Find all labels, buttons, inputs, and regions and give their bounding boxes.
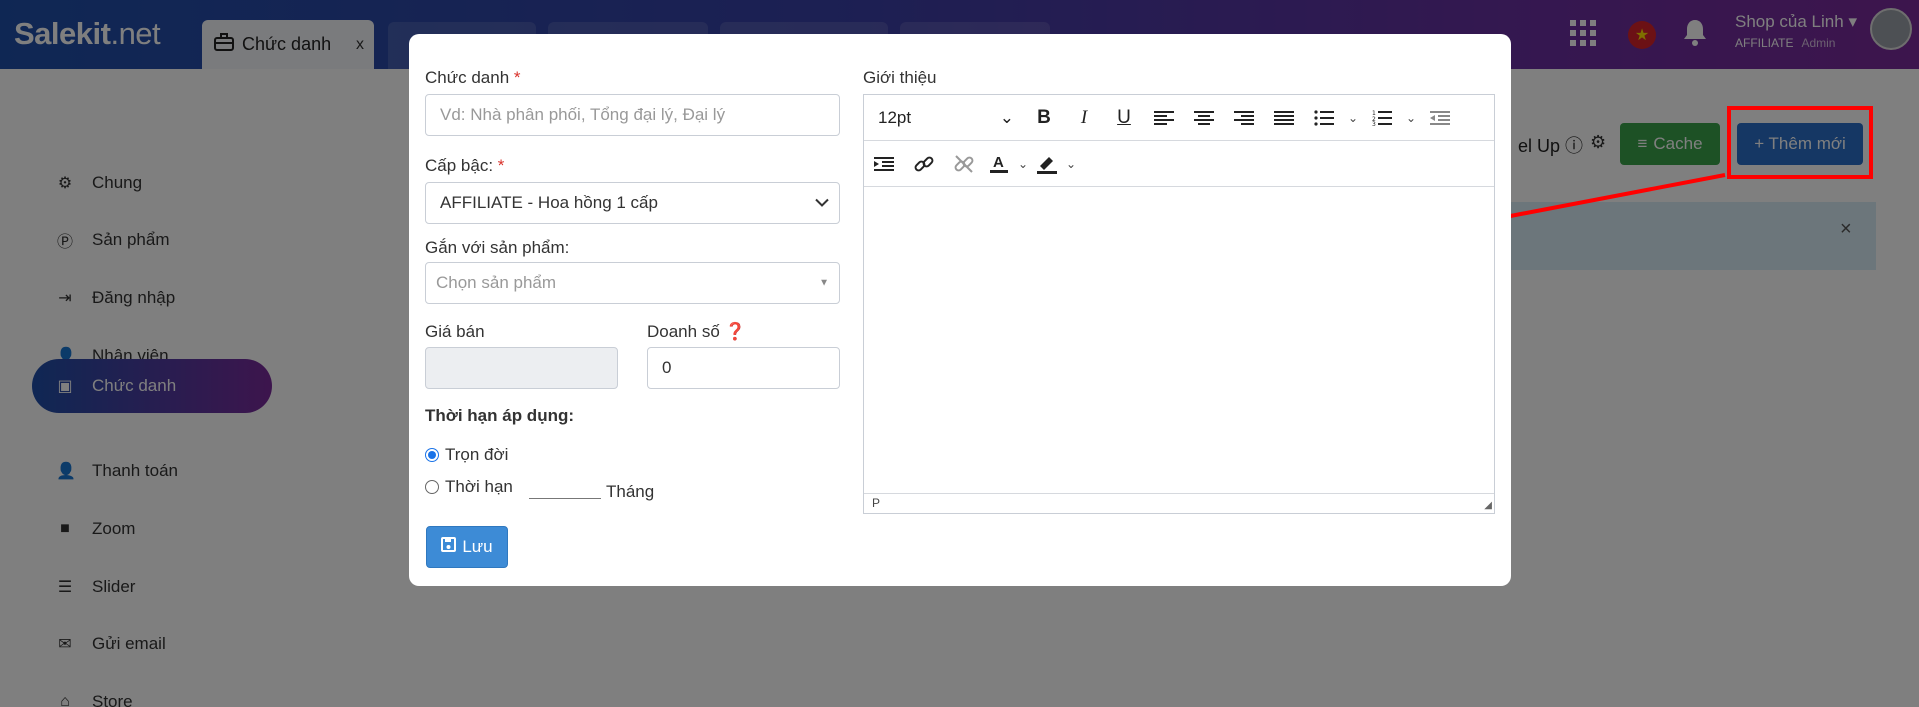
question-circle-icon[interactable]: ❓ — [725, 322, 746, 341]
italic-icon[interactable]: I — [1064, 100, 1104, 136]
intro-label: Giới thiệu — [863, 68, 937, 87]
sales-label: Doanh số ❓ — [647, 322, 746, 341]
title-input[interactable]: Vd: Nhà phân phối, Tổng đại lý, Đại lý — [425, 94, 840, 136]
save-button[interactable]: Lưu — [426, 526, 508, 568]
editor-toolbar-row-2: A ⌄ ⌄ — [864, 141, 1494, 187]
title-label: Chức danh * — [425, 68, 521, 87]
product-label: Gắn với sản phẩm: — [425, 238, 570, 257]
product-select[interactable]: Chọn sản phẩm ▼ — [425, 262, 840, 304]
term-months-input[interactable] — [529, 479, 601, 499]
editor-toolbar-row-1: 12pt ⌄ B I U ⌄ 123 ⌄ — [864, 95, 1494, 141]
price-label: Giá bán — [425, 322, 485, 341]
chevron-down-icon — [815, 196, 829, 211]
radio-lifetime[interactable]: Trọn đời — [425, 445, 508, 465]
chevron-down-icon[interactable]: ⌄ — [1062, 157, 1080, 171]
align-center-icon[interactable] — [1184, 100, 1224, 136]
indent-icon[interactable] — [864, 146, 904, 182]
align-right-icon[interactable] — [1224, 100, 1264, 136]
numbered-list-icon[interactable]: 123 — [1362, 100, 1402, 136]
editor-status-bar: P — [864, 493, 1494, 513]
radio-term[interactable]: Thời hạn — [425, 477, 513, 497]
rich-text-editor: 12pt ⌄ B I U ⌄ 123 ⌄ A ⌄ ⌄ P ◢ — [863, 94, 1495, 514]
svg-text:3: 3 — [1372, 121, 1376, 126]
outdent-icon[interactable] — [1420, 100, 1460, 136]
chevron-down-icon[interactable]: ⌄ — [1402, 111, 1420, 125]
link-icon[interactable] — [904, 146, 944, 182]
chevron-down-icon[interactable]: ⌄ — [1344, 111, 1362, 125]
underline-icon[interactable]: U — [1104, 100, 1144, 136]
chevron-down-icon[interactable]: ⌄ — [1014, 157, 1032, 171]
month-label: Tháng — [606, 482, 655, 501]
radio-button[interactable] — [425, 480, 439, 494]
floppy-disk-icon — [441, 537, 457, 557]
chevron-down-icon: ⌄ — [999, 107, 1014, 127]
level-select[interactable]: AFFILIATE - Hoa hồng 1 cấp — [425, 182, 840, 224]
highlight-color-icon[interactable] — [1032, 146, 1062, 182]
radio-button[interactable] — [425, 448, 439, 462]
price-input — [425, 347, 618, 389]
align-left-icon[interactable] — [1144, 100, 1184, 136]
unlink-icon[interactable] — [944, 146, 984, 182]
text-color-icon[interactable]: A — [984, 146, 1014, 182]
font-size-select[interactable]: 12pt ⌄ — [864, 108, 1024, 128]
svg-text:A: A — [993, 154, 1004, 171]
resize-handle-icon[interactable]: ◢ — [1484, 500, 1492, 511]
sales-input[interactable]: 0 — [647, 347, 840, 389]
duration-label: Thời hạn áp dụng: — [425, 406, 575, 425]
editor-content-area[interactable] — [864, 187, 1494, 493]
level-label: Cấp bậc: * — [425, 156, 505, 175]
bold-icon[interactable]: B — [1024, 100, 1064, 136]
bullet-list-icon[interactable] — [1304, 100, 1344, 136]
add-title-modal: Chức danh * Vd: Nhà phân phối, Tổng đại … — [409, 34, 1511, 586]
caret-down-icon: ▼ — [819, 277, 829, 289]
align-justify-icon[interactable] — [1264, 100, 1304, 136]
